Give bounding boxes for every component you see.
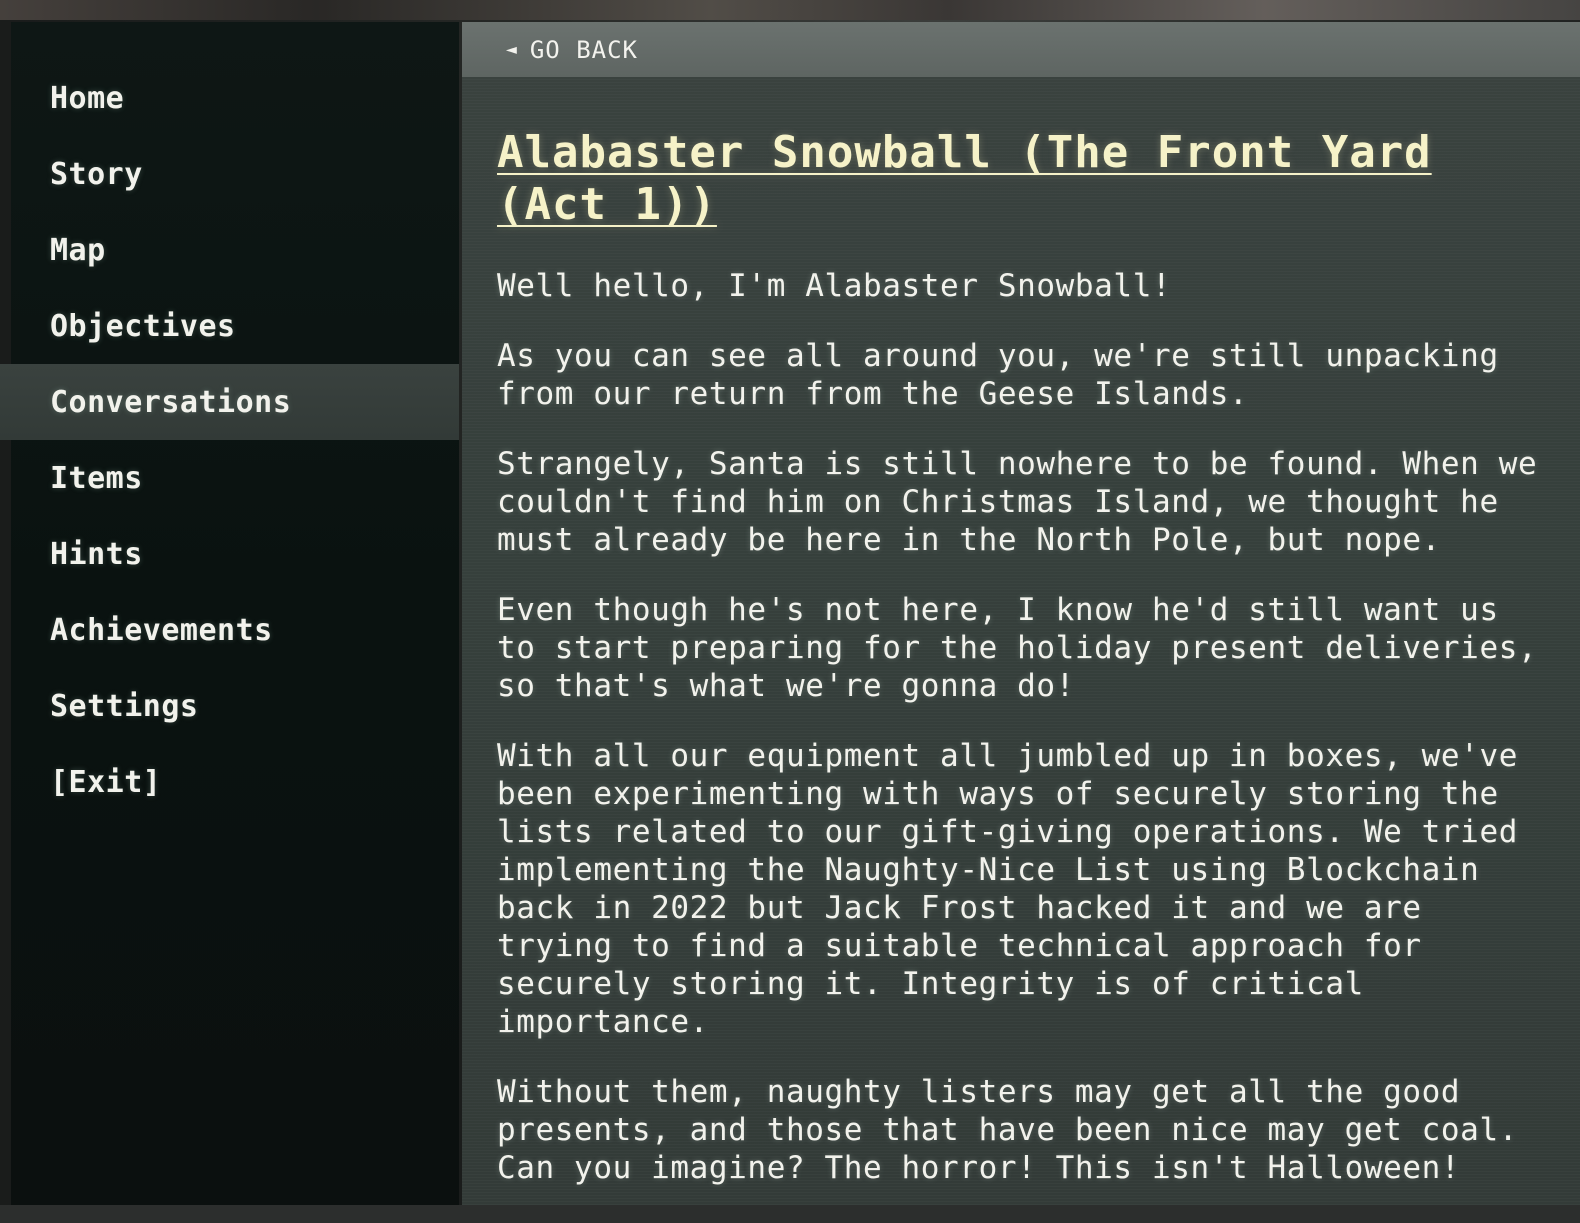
sidebar-item-story[interactable]: Story [11,136,459,212]
left-triangle-icon: ◄ [506,39,518,60]
sidebar-menu: Home Story Map Objectives Conversations … [0,22,459,1205]
sidebar-item-achievements[interactable]: Achievements [11,592,459,668]
go-back-button[interactable]: ◄ GO BACK [462,22,1580,77]
sidebar-item-items[interactable]: Items [11,440,459,516]
sidebar-item-conversations[interactable]: Conversations [0,364,459,440]
sidebar-item-map[interactable]: Map [11,212,459,288]
dialogue-paragraph: Without them, naughty listers may get al… [497,1074,1518,1186]
dialogue-paragraph: Strangely, Santa is still nowhere to be … [497,446,1538,558]
dialogue-paragraph: Even though he's not here, I know he'd s… [497,592,1538,704]
sidebar-item-hints[interactable]: Hints [11,516,459,592]
sidebar-nav-list: Home Story Map Objectives Conversations … [0,22,459,820]
game-scene-strip [0,0,1580,20]
dialogue-paragraph: As you can see all around you, we're sti… [497,338,1499,412]
conversation-panel: ◄ GO BACK Alabaster Snowball (The Front … [462,22,1580,1205]
sidebar-item-objectives[interactable]: Objectives [11,288,459,364]
dialogue-paragraph: Well hello, I'm Alabaster Snowball! [497,268,1172,304]
conversation-content: Alabaster Snowball (The Front Yard (Act … [462,77,1580,1187]
sidebar-item-settings[interactable]: Settings [11,668,459,744]
conversation-title[interactable]: Alabaster Snowball (The Front Yard (Act … [497,127,1550,231]
sidebar-item-home[interactable]: Home [11,60,459,136]
dialogue-paragraph: With all our equipment all jumbled up in… [497,738,1518,1040]
game-bottom-edge [0,1205,1580,1223]
sidebar-item-exit[interactable]: [Exit] [11,744,459,820]
go-back-label: GO BACK [529,35,638,64]
